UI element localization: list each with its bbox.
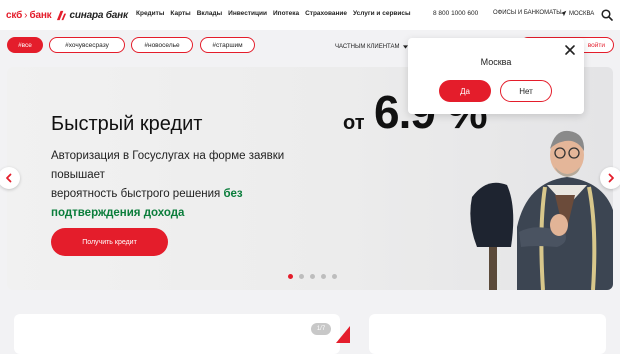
get-credit-button[interactable]: Получить кредит: [51, 228, 168, 256]
nav-item-services[interactable]: Услуги и сервисы: [353, 10, 411, 17]
client-segment-dropdown[interactable]: ЧАСТНЫМ КЛИЕНТАМ: [335, 44, 408, 50]
rate-prefix: от: [343, 112, 365, 134]
logo[interactable]: скб › банк синара банк: [6, 8, 128, 22]
banner-desc-line-1: Авторизация в Госуслугах на форме заявки…: [51, 150, 285, 181]
tag-housewarming[interactable]: #новоселье: [131, 37, 193, 53]
carousel-dot-4[interactable]: [321, 274, 326, 279]
site-header: скб › банк синара банк Кредиты Карты Вкл…: [0, 0, 620, 30]
card-corner-accent: [336, 326, 350, 343]
carousel-next-button[interactable]: [600, 167, 620, 189]
confirm-city-yes-button[interactable]: Да: [439, 80, 491, 102]
product-card-1[interactable]: [14, 314, 340, 354]
segment-label: ЧАСТНЫМ КЛИЕНТАМ: [335, 44, 400, 50]
nav-item-cards[interactable]: Карты: [170, 10, 190, 17]
nav-item-insurance[interactable]: Страхование: [305, 10, 347, 17]
card-page-badge: 1/7: [311, 323, 331, 335]
logo-sinara-text: синара банк: [69, 9, 128, 21]
nav-item-investments[interactable]: Инвестиции: [228, 10, 267, 17]
tailor-person-image: [470, 130, 613, 290]
banner-title: Быстрый кредит: [51, 113, 203, 135]
carousel-dot-5[interactable]: [332, 274, 337, 279]
city-selector[interactable]: МОСКВА: [560, 10, 594, 17]
logo-skb-text: скб: [6, 9, 23, 21]
carousel-dot-1[interactable]: [288, 274, 293, 279]
carousel-dots: [288, 274, 337, 279]
main-nav: Кредиты Карты Вклады Инвестиции Ипотека …: [136, 10, 411, 17]
chevron-left-icon: [6, 173, 12, 183]
location-arrow-icon: [560, 10, 567, 17]
chevron-down-icon: [402, 45, 408, 49]
nav-item-credits[interactable]: Кредиты: [136, 10, 164, 17]
chevron-right-icon: [608, 173, 614, 183]
tag-want-everything[interactable]: #хочувсесразу: [49, 37, 125, 53]
banner-desc-line-2: вероятность быстрого решения: [51, 188, 221, 200]
logo-bank-text: банк: [29, 9, 52, 21]
city-label: МОСКВА: [569, 10, 595, 17]
tag-all[interactable]: #все: [7, 37, 43, 53]
nav-item-mortgage[interactable]: Ипотека: [273, 10, 299, 17]
logo-separator: ›: [24, 9, 28, 21]
tag-seniors[interactable]: #старшим: [200, 37, 255, 53]
close-icon[interactable]: [564, 44, 576, 56]
product-card-2[interactable]: [369, 314, 606, 354]
phone-number[interactable]: 8 800 1000 600: [433, 10, 478, 17]
banner-description: Авторизация в Госуслугах на форме заявки…: [51, 147, 311, 223]
carousel-dot-3[interactable]: [310, 274, 315, 279]
confirm-city-no-button[interactable]: Нет: [500, 80, 552, 102]
search-icon[interactable]: [601, 9, 613, 21]
offices-link[interactable]: ОФИСЫ И БАНКОМАТЫ: [493, 10, 562, 16]
sinara-logo-icon: [57, 10, 67, 20]
carousel-dot-2[interactable]: [299, 274, 304, 279]
popup-city-name: Москва: [480, 57, 512, 67]
nav-item-deposits[interactable]: Вклады: [197, 10, 222, 17]
city-confirm-popup: Москва Да Нет: [408, 38, 584, 114]
